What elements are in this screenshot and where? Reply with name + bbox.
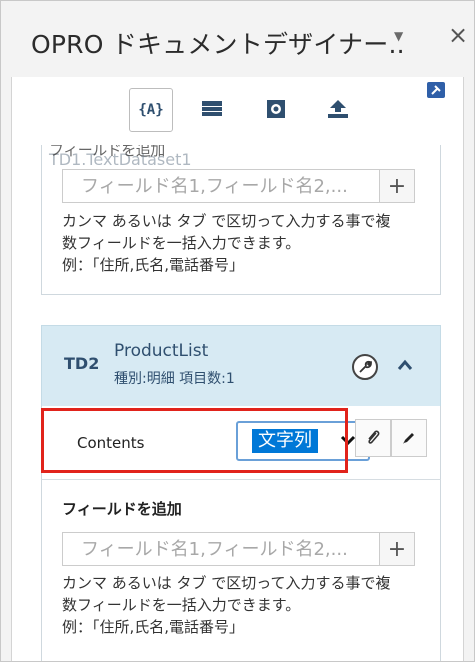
add-field-button[interactable]: + [379, 532, 415, 566]
task-pane: OPRO ドキュメントデザイナー.. ▼ × {A} フィールド名1,フィールド… [0, 0, 475, 662]
tab-settings[interactable] [256, 89, 296, 129]
tab-table[interactable] [192, 89, 232, 129]
tab-upload[interactable] [318, 89, 358, 129]
wrench-icon[interactable] [352, 354, 378, 380]
help-line: カンマ あるいは タブ で区切って入力する事で複 [62, 212, 391, 230]
title-bar: OPRO ドキュメントデザイナー.. ▼ × [1, 1, 474, 77]
field-type-select[interactable]: 文字列 [236, 421, 370, 461]
table-icon [202, 100, 222, 116]
pencil-icon [403, 433, 414, 444]
help-line: 例：「住所,氏名,電話番号」 [62, 256, 245, 274]
curly-braces-icon: {A} [138, 102, 164, 118]
dataset-meta: 種別:明細 項目数:1 [114, 371, 235, 387]
field-names-input[interactable]: フィールド名1,フィールド名2,... [62, 532, 380, 566]
chevron-up-icon[interactable] [397, 354, 413, 376]
attach-button[interactable] [355, 419, 391, 457]
pane-title: OPRO ドキュメントデザイナー.. [31, 30, 405, 59]
pin-icon[interactable] [427, 82, 445, 98]
dataset-badge: TD2 [64, 354, 100, 373]
help-text: カンマ あるいは タブ で区切って入力する事で複 数フィールドを一括入力できます… [62, 572, 391, 638]
dataset-name: ProductList [114, 341, 209, 361]
add-field-button[interactable]: + [379, 169, 415, 203]
dataset-header-td2[interactable]: TD2 ProductList 種別:明細 項目数:1 [41, 325, 441, 407]
field-names-input[interactable]: フィールド名1,フィールド名2,... [62, 169, 380, 203]
field-type-value: 文字列 [252, 429, 318, 453]
gear-icon [267, 100, 285, 118]
help-line: 例：「住所,氏名,電話番号」 [62, 618, 245, 636]
add-field-group: フィールド名1,フィールド名2,... + [62, 532, 416, 568]
dataset-card-td2-body: フィールドを追加 フィールド名1,フィールド名2,... + カンマ あるいは … [41, 479, 441, 661]
caret-down-icon[interactable]: ▼ [394, 29, 403, 43]
add-field-heading: フィールドを追加 [62, 500, 182, 518]
toolbar: {A} [12, 77, 463, 145]
edit-button[interactable] [391, 419, 427, 457]
field-row-contents: Contents 文字列 [41, 406, 441, 480]
help-text: カンマ あるいは タブ で区切って入力する事で複 数フィールドを一括入力できます… [62, 210, 391, 276]
pane-content: {A} フィールド名1,フィールド名2,... + カンマ あるいは タブ で区… [11, 77, 464, 661]
field-name: Contents [77, 434, 145, 452]
help-line: 数フィールドを一括入力できます。 [62, 234, 301, 252]
upload-icon [328, 100, 348, 118]
help-line: カンマ あるいは タブ で区切って入力する事で複 [62, 574, 391, 592]
paperclip-icon [368, 430, 380, 444]
add-field-group: フィールド名1,フィールド名2,... + [62, 169, 416, 205]
close-icon[interactable]: × [448, 23, 468, 47]
tab-variables[interactable]: {A} [129, 88, 173, 132]
help-line: 数フィールドを一括入力できます。 [62, 596, 301, 614]
chevron-down-icon [340, 430, 356, 451]
